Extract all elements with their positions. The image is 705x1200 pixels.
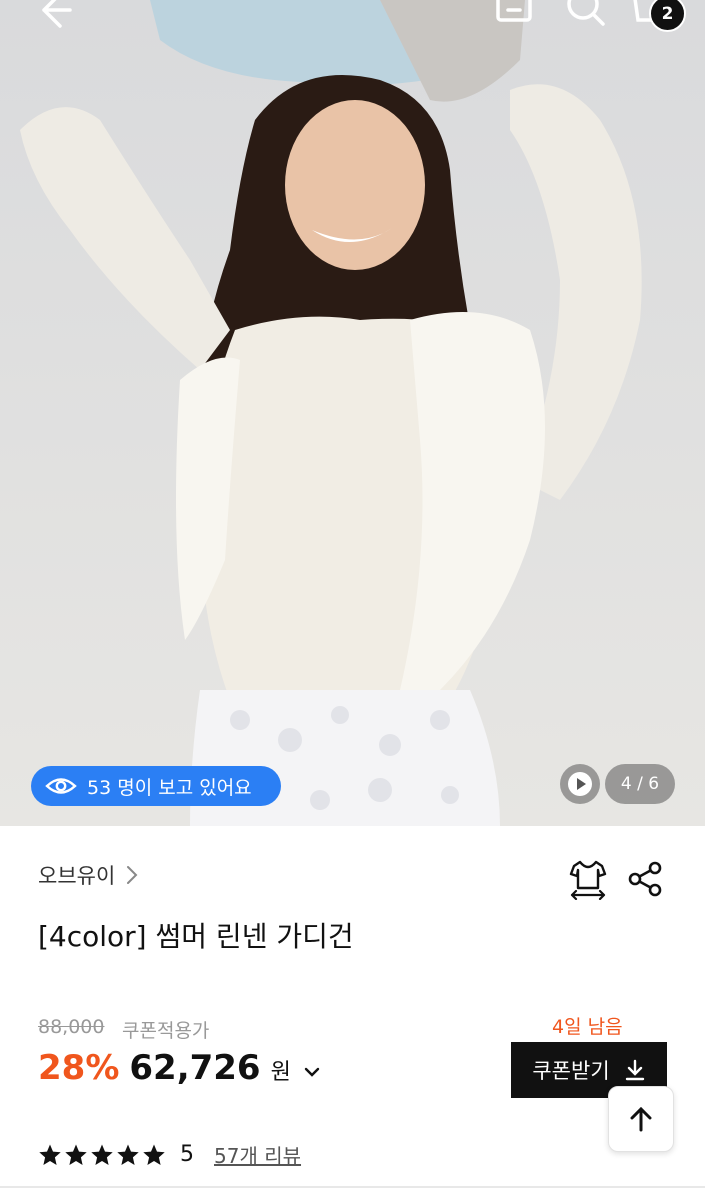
- sale-price: 62,726: [129, 1048, 261, 1088]
- size-guide-icon[interactable]: [568, 858, 608, 900]
- review-count-link[interactable]: 57개 리뷰: [214, 1140, 301, 1169]
- search-icon[interactable]: [563, 0, 607, 30]
- eye-icon: [45, 778, 77, 794]
- brand-name: 오브유이: [38, 864, 116, 888]
- product-photo: [0, 0, 705, 826]
- video-play-button[interactable]: [560, 764, 600, 804]
- star-icon: [39, 1144, 61, 1165]
- coupon-price-label: 쿠폰적용가: [122, 1020, 210, 1042]
- bookmark-icon[interactable]: [492, 0, 536, 30]
- rating-row: 5 57개 리뷰: [38, 1140, 301, 1169]
- star-icon: [143, 1144, 165, 1165]
- live-viewers-badge: 53 명이 보고 있어요: [31, 766, 281, 806]
- get-coupon-label: 쿠폰받기: [532, 1059, 610, 1083]
- scroll-to-top-button[interactable]: [608, 1086, 674, 1152]
- brand-link[interactable]: 오브유이: [38, 860, 141, 890]
- download-icon: [625, 1059, 644, 1081]
- original-price: 88,000: [38, 1016, 105, 1038]
- back-arrow-icon[interactable]: [30, 0, 74, 30]
- price-row[interactable]: 28% 62,726 원: [38, 1048, 321, 1088]
- chevron-down-icon[interactable]: [303, 1065, 321, 1079]
- chevron-right-icon: [127, 866, 138, 884]
- rating-stars: [38, 1143, 166, 1167]
- currency-unit: 원: [270, 1060, 291, 1085]
- star-icon: [117, 1144, 139, 1165]
- star-icon: [65, 1144, 87, 1165]
- star-icon: [91, 1144, 113, 1165]
- discount-rate: 28%: [38, 1048, 120, 1088]
- coupon-days-left: 4일 남음: [552, 1016, 623, 1038]
- rating-value: 5: [180, 1142, 194, 1167]
- share-icon[interactable]: [626, 860, 664, 898]
- image-page-indicator: 4 / 6: [605, 764, 675, 804]
- product-title: [4color] 썸머 린넨 가디건: [38, 920, 354, 953]
- product-image-gallery[interactable]: 2 53 명이 보고 있어요 4 / 6: [0, 0, 705, 826]
- divider: [0, 1186, 705, 1188]
- live-viewers-text: 53 명이 보고 있어요: [87, 776, 252, 799]
- arrow-up-icon: [630, 1106, 652, 1132]
- play-icon: [568, 772, 592, 796]
